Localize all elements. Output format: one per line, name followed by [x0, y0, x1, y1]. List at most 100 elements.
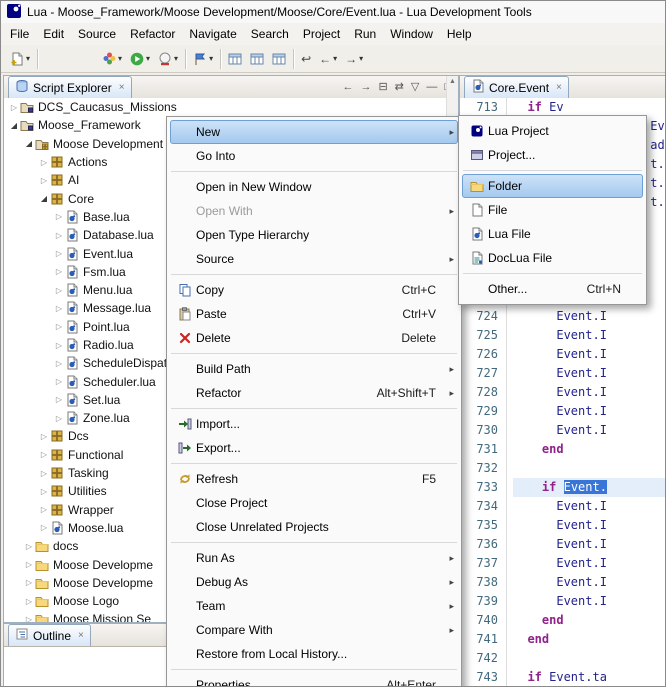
dropdown-arrow-icon[interactable]: ▾: [146, 54, 150, 63]
expander-collapsed-icon[interactable]: ▷: [53, 304, 65, 313]
code-line-728[interactable]: 728 Event.I: [460, 383, 666, 402]
tab-script-explorer[interactable]: Script Explorer ×: [8, 76, 132, 98]
close-icon[interactable]: ×: [556, 82, 562, 93]
debug-button[interactable]: ▾: [99, 49, 126, 68]
expander-collapsed-icon[interactable]: ▷: [53, 231, 65, 240]
tree-item-dcs-caucasus-missions[interactable]: ▷DCS_Caucasus_Missions: [4, 98, 458, 116]
dropdown-arrow-icon[interactable]: ▾: [359, 54, 363, 63]
context-menu-item-debug-as[interactable]: Debug As▸: [170, 570, 458, 594]
expander-collapsed-icon[interactable]: ▷: [38, 432, 50, 441]
code-line-737[interactable]: 737 Event.I: [460, 554, 666, 573]
context-menu-item-open-in-new-window[interactable]: Open in New Window: [170, 175, 458, 199]
context-menu-item-compare-with[interactable]: Compare With▸: [170, 618, 458, 642]
code-line-731[interactable]: 731 end: [460, 440, 666, 459]
forward-button[interactable]: →: [360, 82, 371, 93]
code-line-729[interactable]: 729 Event.I: [460, 402, 666, 421]
forward-button[interactable]: →▾: [341, 49, 367, 69]
expander-collapsed-icon[interactable]: ▷: [23, 578, 35, 587]
submenu-item-doclua-file[interactable]: DocLua File: [462, 246, 643, 270]
context-menu-item-open-type-hierarchy[interactable]: Open Type Hierarchy: [170, 223, 458, 247]
context-menu-item-refactor[interactable]: RefactorAlt+Shift+T▸: [170, 381, 458, 405]
expander-collapsed-icon[interactable]: ▷: [38, 158, 50, 167]
view-menu-button[interactable]: ▽: [411, 82, 419, 93]
menu-run[interactable]: Run: [347, 24, 383, 44]
context-menu-item-new[interactable]: New▸: [170, 120, 458, 144]
close-icon[interactable]: ×: [119, 82, 125, 93]
view-table-button-2[interactable]: [246, 49, 268, 69]
expander-collapsed-icon[interactable]: ▷: [38, 469, 50, 478]
expander-expanded-icon[interactable]: ◢: [38, 194, 50, 203]
view-table-button-3[interactable]: [268, 49, 290, 69]
code-line-743[interactable]: 743 if Event.ta: [460, 668, 666, 687]
code-line-738[interactable]: 738 Event.I: [460, 573, 666, 592]
expander-expanded-icon[interactable]: ◢: [23, 139, 35, 148]
code-line-734[interactable]: 734 Event.I: [460, 497, 666, 516]
menu-search[interactable]: Search: [244, 24, 296, 44]
expander-collapsed-icon[interactable]: ▷: [53, 286, 65, 295]
menu-edit[interactable]: Edit: [36, 24, 71, 44]
submenu-item-project[interactable]: Project...: [462, 143, 643, 167]
back-button[interactable]: ←: [342, 82, 353, 93]
tab-outline[interactable]: Outline ×: [8, 624, 91, 646]
view-table-button-1[interactable]: [224, 49, 246, 69]
menu-navigate[interactable]: Navigate: [182, 24, 243, 44]
new-wizard-button[interactable]: ▾: [6, 49, 34, 69]
expander-collapsed-icon[interactable]: ▷: [38, 505, 50, 514]
context-menu-item-paste[interactable]: PasteCtrl+V: [170, 302, 458, 326]
context-menu-item-copy[interactable]: CopyCtrl+C: [170, 278, 458, 302]
submenu-item-file[interactable]: File: [462, 198, 643, 222]
code-line-725[interactable]: 725 Event.I: [460, 326, 666, 345]
context-menu-item-delete[interactable]: DeleteDelete: [170, 326, 458, 350]
expander-collapsed-icon[interactable]: ▷: [53, 359, 65, 368]
code-line-730[interactable]: 730 Event.I: [460, 421, 666, 440]
code-line-732[interactable]: 732: [460, 459, 666, 478]
menu-window[interactable]: Window: [383, 24, 440, 44]
expander-collapsed-icon[interactable]: ▷: [23, 560, 35, 569]
tab-core-event[interactable]: Core.Event ×: [464, 76, 569, 98]
code-line-724[interactable]: 724 Event.I: [460, 307, 666, 326]
expander-collapsed-icon[interactable]: ▷: [53, 377, 65, 386]
dropdown-arrow-icon[interactable]: ▾: [26, 54, 30, 63]
context-menu-item-source[interactable]: Source▸: [170, 247, 458, 271]
code-line-727[interactable]: 727 Event.I: [460, 364, 666, 383]
code-line-735[interactable]: 735 Event.I: [460, 516, 666, 535]
expander-collapsed-icon[interactable]: ▷: [23, 615, 35, 622]
scroll-up-icon[interactable]: ▲: [447, 76, 458, 87]
context-menu-item-export[interactable]: Export...: [170, 436, 458, 460]
submenu-item-lua-file[interactable]: Lua File: [462, 222, 643, 246]
context-menu-item-run-as[interactable]: Run As▸: [170, 546, 458, 570]
context-menu-item-close-unrelated-projects[interactable]: Close Unrelated Projects: [170, 515, 458, 539]
expander-collapsed-icon[interactable]: ▷: [53, 249, 65, 258]
context-menu-item-close-project[interactable]: Close Project: [170, 491, 458, 515]
link-with-editor-button[interactable]: ⇄: [395, 82, 404, 93]
expander-collapsed-icon[interactable]: ▷: [38, 523, 50, 532]
text-selection[interactable]: Event.: [564, 480, 607, 494]
dropdown-arrow-icon[interactable]: ▾: [209, 54, 213, 63]
dropdown-arrow-icon[interactable]: ▾: [174, 54, 178, 63]
expander-collapsed-icon[interactable]: ▷: [53, 322, 65, 331]
expander-collapsed-icon[interactable]: ▷: [53, 267, 65, 276]
code-line-726[interactable]: 726 Event.I: [460, 345, 666, 364]
expander-collapsed-icon[interactable]: ▷: [38, 450, 50, 459]
dropdown-arrow-icon[interactable]: ▾: [118, 54, 122, 63]
context-menu-item-restore-from-local-history[interactable]: Restore from Local History...: [170, 642, 458, 666]
expander-expanded-icon[interactable]: ◢: [8, 121, 20, 130]
expander-collapsed-icon[interactable]: ▷: [38, 487, 50, 496]
menu-refactor[interactable]: Refactor: [123, 24, 182, 44]
dropdown-arrow-icon[interactable]: ▾: [333, 54, 337, 63]
context-menu-item-team[interactable]: Team▸: [170, 594, 458, 618]
code-line-739[interactable]: 739 Event.I: [460, 592, 666, 611]
expander-collapsed-icon[interactable]: ▷: [23, 542, 35, 551]
code-line-740[interactable]: 740 end: [460, 611, 666, 630]
expander-collapsed-icon[interactable]: ▷: [53, 414, 65, 423]
last-edit-location-button[interactable]: ↩: [297, 49, 315, 69]
coverage-button[interactable]: ▾: [154, 49, 182, 69]
code-line-741[interactable]: 741 end: [460, 630, 666, 649]
expander-collapsed-icon[interactable]: ▷: [53, 395, 65, 404]
submenu-item-other[interactable]: Other...Ctrl+N: [462, 277, 643, 301]
context-menu-item-properties[interactable]: PropertiesAlt+Enter: [170, 673, 458, 687]
menu-help[interactable]: Help: [440, 24, 479, 44]
context-menu-item-go-into[interactable]: Go Into: [170, 144, 458, 168]
menu-file[interactable]: File: [3, 24, 36, 44]
back-button[interactable]: ←▾: [315, 49, 341, 69]
